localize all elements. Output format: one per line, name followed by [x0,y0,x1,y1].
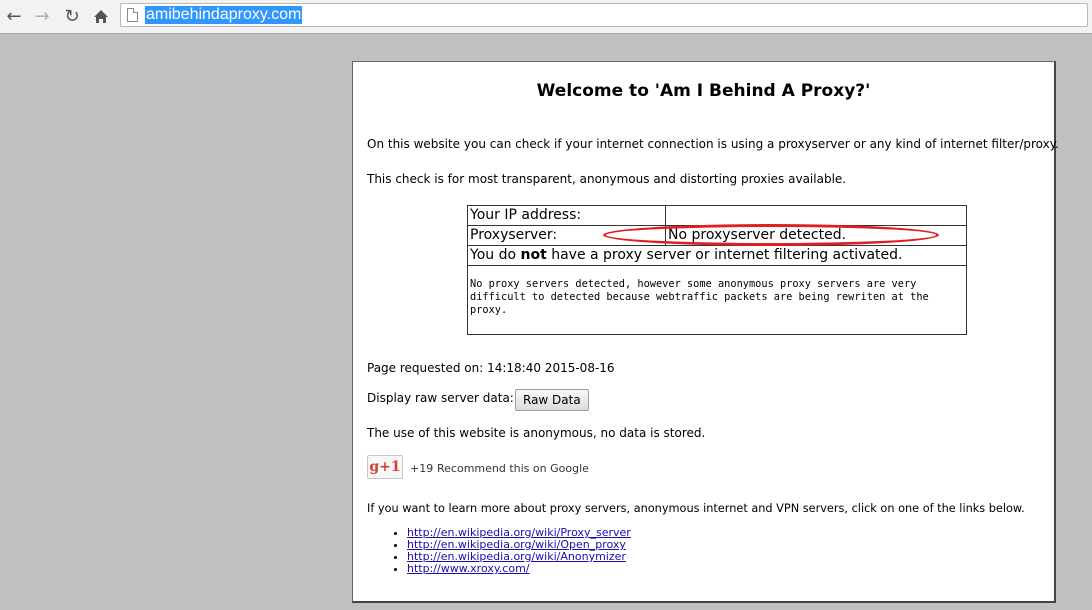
proxy-result-table: Your IP address: Proxyserver: No proxyse… [467,205,967,335]
intro-text-1: On this website you can check if your in… [367,137,1059,151]
browser-toolbar: ← → ↻ amibehindaproxy.com [0,0,1092,34]
page-title: Welcome to 'Am I Behind A Proxy?' [536,81,871,101]
page-content: Welcome to 'Am I Behind A Proxy?' On thi… [352,61,1059,603]
status-pre: You do [470,247,521,263]
list-item: http://www.xroxy.com/ [407,563,631,575]
status-bold: not [520,247,547,263]
status-post: have a proxy server or internet filterin… [546,247,903,263]
google-plus-count: +19 [410,462,434,475]
reload-icon[interactable]: ↻ [60,4,84,28]
ip-label: Your IP address: [467,205,666,226]
home-icon[interactable] [89,4,113,28]
address-bar[interactable]: amibehindaproxy.com [120,3,1088,27]
anonymous-note: The use of this website is anonymous, no… [367,426,706,440]
google-plus-button[interactable]: g+1 [367,455,403,479]
raw-data-label: Display raw server data: [367,391,514,405]
table-row: You do not have a proxy server or intern… [467,245,967,266]
forward-arrow-icon[interactable]: → [30,4,54,28]
raw-data-button[interactable]: Raw Data [515,389,589,411]
links-list: http://en.wikipedia.org/wiki/Proxy_serve… [367,527,631,575]
url-text[interactable]: amibehindaproxy.com [145,6,303,24]
table-row: Your IP address: [467,205,967,226]
ip-value [665,205,967,226]
page-requested: Page requested on: 14:18:40 2015-08-16 [367,361,615,375]
google-plus-icon: g+1 [369,459,401,475]
google-plus-text: Recommend this on Google [437,462,589,475]
back-arrow-icon[interactable]: ← [2,4,26,28]
proxy-label: Proxyserver: [467,225,666,246]
proxy-value: No proxyserver detected. [665,225,967,246]
table-row: Proxyserver: No proxyserver detected. [467,225,967,246]
proxy-note: No proxy servers detected, however some … [467,265,967,335]
proxy-status: You do not have a proxy server or intern… [467,245,967,266]
link-xroxy[interactable]: http://www.xroxy.com/ [407,562,530,575]
links-intro: If you want to learn more about proxy se… [367,502,1025,515]
page-icon [127,8,138,22]
table-row: No proxy servers detected, however some … [467,265,967,335]
intro-text-2: This check is for most transparent, anon… [367,172,847,186]
